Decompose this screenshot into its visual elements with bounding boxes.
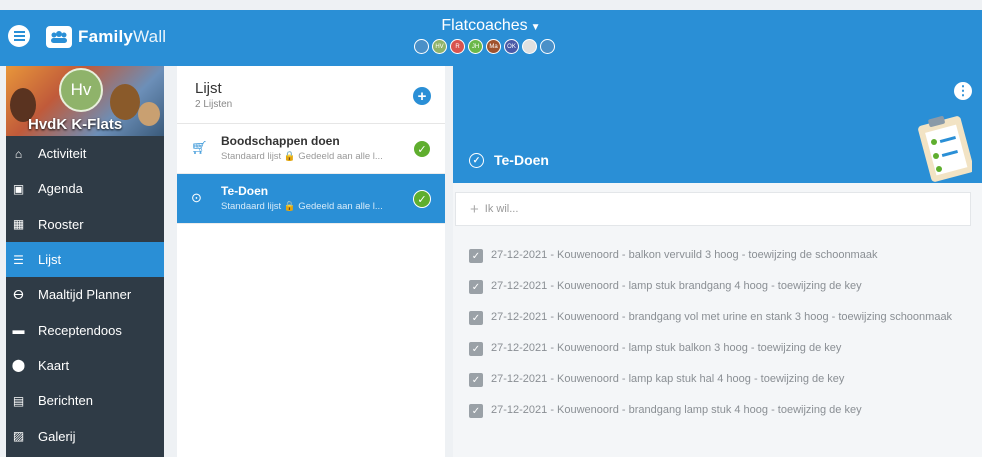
home-icon: ⌂	[14, 146, 23, 161]
cutlery-icon: ⴱ	[13, 287, 24, 302]
sidebar-item-galerij[interactable]: ▨ Galerij	[6, 418, 164, 453]
group-name: HvdK K-Flats	[28, 116, 123, 133]
list-name: Te-Doen	[221, 184, 269, 198]
task-text: 27-12-2021 - Kouwenoord - balkon vervuil…	[491, 249, 878, 261]
checkbox-checked-icon[interactable]: ✓	[469, 280, 483, 294]
recipe-box-icon: ▬	[12, 323, 25, 338]
sidebar-item-label: Berichten	[38, 393, 93, 409]
member-avatar[interactable]: Ma	[486, 39, 501, 54]
member-avatars: HV R JH Ma OK	[414, 39, 555, 54]
hero-figure	[110, 84, 140, 120]
member-avatar[interactable]: JH	[468, 39, 483, 54]
sidebar-item-rooster[interactable]: ▦ Rooster	[6, 207, 164, 242]
task-item[interactable]: ✓ 27-12-2021 - Kouwenoord - balkon vervui…	[469, 246, 969, 265]
sidebar-item-label: Kaart	[38, 357, 70, 373]
avatar[interactable]: Hv	[59, 68, 103, 112]
sidebar-nav: ⌂ Activiteit ▣ Agenda ▦ Rooster ☰ Lijst ⴱ Maaltij…	[6, 136, 164, 454]
chevron-down-icon: ▼	[530, 22, 541, 33]
list-meta: Standaard lijst 🔒 Gedeeld aan alle l...	[221, 201, 383, 212]
sidebar-item-kaart[interactable]: ⬤ Kaart	[6, 348, 164, 383]
cart-icon: 🛒︎	[191, 140, 208, 155]
member-avatar[interactable]: HV	[432, 39, 447, 54]
checkbox-checked-icon[interactable]: ✓	[469, 373, 483, 387]
detail-header: ⋮ ✓ Te-Doen	[453, 66, 982, 183]
checkbox-checked-icon[interactable]: ✓	[469, 249, 483, 263]
task-text: 27-12-2021 - Kouwenoord - brandgang lamp…	[491, 404, 862, 416]
sidebar-item-label: Lijst	[38, 252, 62, 268]
list-meta: Standaard lijst 🔒 Gedeeld aan alle l...	[221, 151, 383, 162]
gallery-icon: ▨	[12, 429, 25, 444]
sidebar-item-activiteit[interactable]: ⌂ Activiteit	[6, 136, 164, 171]
plus-icon: +	[470, 200, 479, 218]
calendar-icon: ▣	[12, 181, 25, 196]
sidebar-item-berichten[interactable]: ▤ Berichten	[6, 383, 164, 418]
task-item[interactable]: ✓ 27-12-2021 - Kouwenoord - lamp kap stuk…	[469, 370, 969, 389]
list-name: Boodschappen doen	[221, 134, 340, 148]
sidebar-item-maaltijd-planner[interactable]: ⴱ Maaltijd Planner	[6, 277, 164, 312]
schedule-icon: ▦	[12, 217, 25, 232]
page-title: Lijst	[195, 80, 222, 97]
sidebar-item-label: Agenda	[38, 181, 83, 197]
task-text: 27-12-2021 - Kouwenoord - brandgang vol …	[491, 311, 953, 323]
sidebar-item-receptendoos[interactable]: ▬ Receptendoos	[6, 312, 164, 347]
message-icon: ▤	[12, 393, 25, 408]
checkbox-checked-icon[interactable]: ✓	[469, 404, 483, 418]
sidebar-item-label: Activiteit	[38, 146, 87, 162]
list-icon: ☰	[13, 252, 24, 267]
group-header[interactable]: Hv HvdK K-Flats	[6, 66, 164, 136]
sidebar-item-lijst[interactable]: ☰ Lijst	[6, 241, 164, 278]
hero-figure	[138, 102, 160, 126]
list-pane: Lijst 2 Lijsten + 🛒︎ Boodschappen doen Sta…	[177, 66, 445, 457]
detail-title: ✓ Te-Doen	[469, 152, 549, 168]
map-pin-icon: ⬤	[11, 358, 26, 373]
list-count: 2 Lijsten	[195, 99, 233, 110]
sidebar-item-label: Receptendoos	[38, 322, 122, 338]
sidebar: Hv HvdK K-Flats ⌂ Activiteit ▣ Agenda ▦ Roost…	[6, 66, 164, 457]
check-circle-icon: ✓	[469, 152, 484, 168]
list-header: Lijst 2 Lijsten +	[177, 66, 445, 124]
task-item[interactable]: ✓ 27-12-2021 - Kouwenoord - lamp stuk bal…	[469, 339, 969, 358]
clipboard-illustration-icon	[918, 116, 972, 182]
add-list-button[interactable]: +	[413, 87, 431, 105]
sidebar-item-label: Rooster	[38, 216, 84, 232]
detail-title-text: Te-Doen	[494, 152, 549, 168]
sidebar-item-label: Maaltijd Planner	[38, 287, 132, 303]
sidebar-item-label: Galerij	[38, 428, 76, 444]
check-icon: ✓	[413, 190, 431, 208]
list-rows: 🛒︎ Boodschappen doen Standaard lijst 🔒 Ged…	[177, 124, 445, 224]
member-avatar[interactable]: OK	[504, 39, 519, 54]
list-item[interactable]: ⊙ Te-Doen Standaard lijst 🔒 Gedeeld aan al…	[177, 174, 445, 224]
check-circle-icon: ⊙	[191, 190, 202, 205]
member-avatar[interactable]	[540, 39, 555, 54]
top-bar: FamilyWall Flatcoaches ▼ HV R JH Ma OK	[0, 10, 982, 66]
add-item-placeholder: Ik wil...	[484, 203, 519, 215]
add-item-input[interactable]: + Ik wil...	[455, 192, 971, 226]
task-item[interactable]: ✓ 27-12-2021 - Kouwenoord - brandgang vol…	[469, 308, 969, 327]
member-avatar[interactable]: R	[450, 39, 465, 54]
check-icon: ✓	[413, 140, 431, 158]
checkbox-checked-icon[interactable]: ✓	[469, 342, 483, 356]
list-detail: ⋮ ✓ Te-Doen + Ik wil... ✓ 27-12-2021 - Ko…	[453, 66, 982, 457]
family-selector[interactable]: Flatcoaches ▼	[0, 17, 982, 35]
list-item[interactable]: 🛒︎ Boodschappen doen Standaard lijst 🔒 Ged…	[177, 124, 445, 174]
member-avatar[interactable]	[414, 39, 429, 54]
checkbox-checked-icon[interactable]: ✓	[469, 311, 483, 325]
member-avatar[interactable]	[522, 39, 537, 54]
more-options-icon[interactable]: ⋮	[954, 82, 972, 100]
family-name: Flatcoaches	[441, 17, 528, 34]
task-list: ✓ 27-12-2021 - Kouwenoord - balkon vervui…	[469, 246, 969, 432]
task-text: 27-12-2021 - Kouwenoord - lamp stuk bran…	[491, 280, 862, 292]
task-text: 27-12-2021 - Kouwenoord - lamp stuk balk…	[491, 342, 842, 354]
task-text: 27-12-2021 - Kouwenoord - lamp kap stuk …	[491, 373, 845, 385]
sidebar-item-agenda[interactable]: ▣ Agenda	[6, 171, 164, 206]
task-item[interactable]: ✓ 27-12-2021 - Kouwenoord - brandgang lam…	[469, 401, 969, 420]
task-item[interactable]: ✓ 27-12-2021 - Kouwenoord - lamp stuk bra…	[469, 277, 969, 296]
